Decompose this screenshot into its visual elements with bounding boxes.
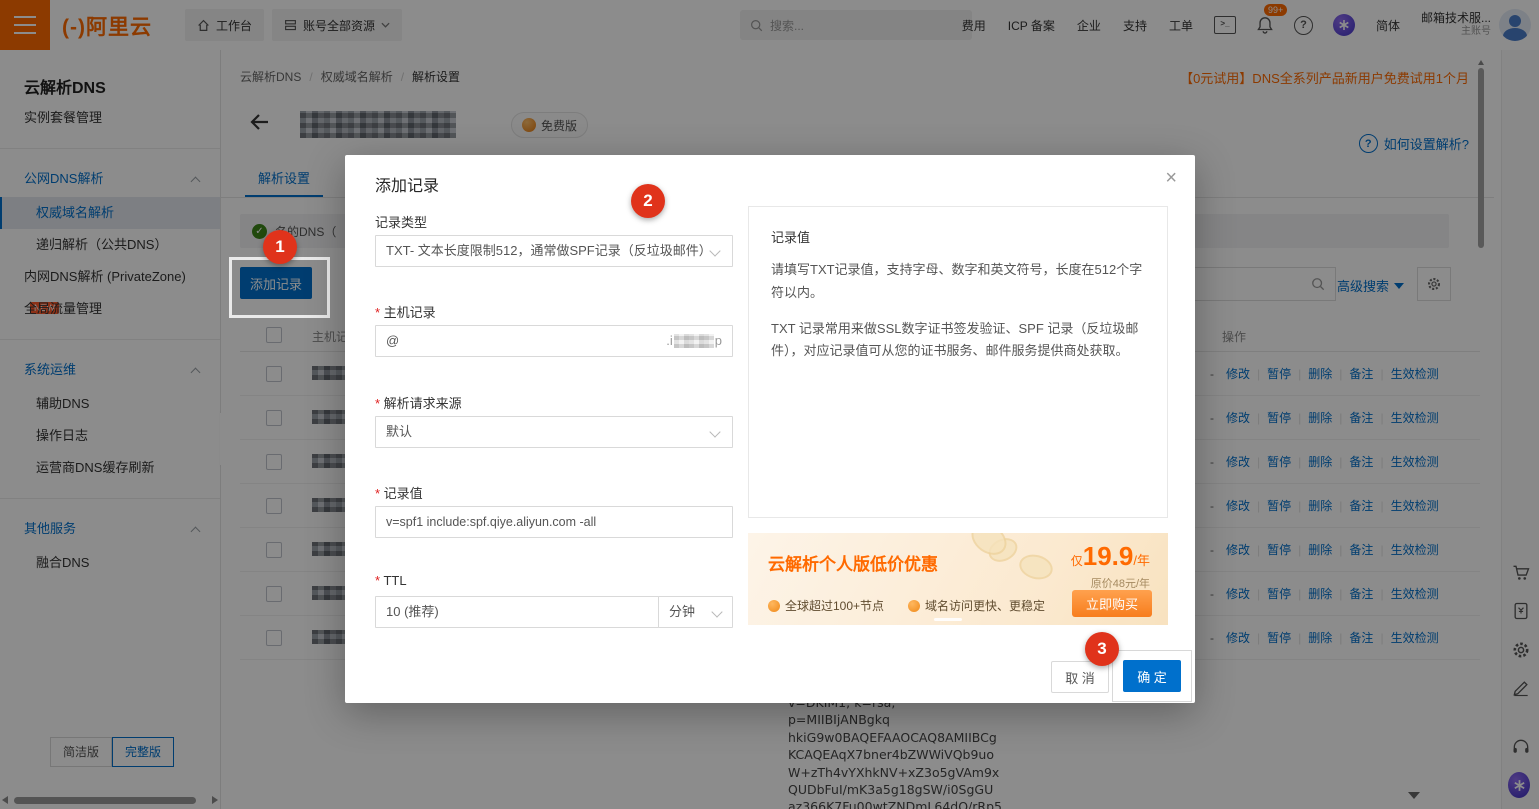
- help-panel: 记录值 请填写TXT记录值，支持字母、数字和英文符号，长度在512个字符以内。 …: [748, 206, 1168, 518]
- ttl-label: TTL: [375, 573, 407, 588]
- record-value-input[interactable]: v=spf1 include:spf.qiye.aliyun.com -all: [375, 506, 733, 538]
- screen: (-)阿里云 工作台 账号全部资源 搜索... 费用ICP 备案企业支持工单 >…: [0, 0, 1539, 809]
- buy-now-button[interactable]: 立即购买: [1072, 590, 1152, 617]
- banner-price: 仅19.9/年: [1071, 541, 1150, 572]
- host-record-input[interactable]: @ .ip: [375, 325, 733, 357]
- host-domain-suffix: .ip: [666, 326, 722, 356]
- close-icon[interactable]: ×: [1165, 167, 1177, 190]
- add-record-modal: 添加记录 × 记录类型 TXT- 文本长度限制512，通常做SPF记录（反垃圾邮…: [345, 155, 1195, 703]
- ok-button[interactable]: 确 定: [1123, 660, 1181, 692]
- banner-original-price: 原价48元/年: [1091, 575, 1150, 591]
- coin-icon: [908, 600, 920, 612]
- help-title: 记录值: [771, 227, 1145, 246]
- carousel-indicator: [934, 618, 962, 621]
- chevron-down-icon: [713, 608, 722, 617]
- banner-title: 云解析个人版低价优惠: [768, 550, 938, 575]
- step-annotation-2: 2: [631, 184, 665, 218]
- record-type-select[interactable]: TXT- 文本长度限制512，通常做SPF记录（反垃圾邮件）: [375, 235, 733, 267]
- banner-features: 全球超过100+节点 域名访问更快、更稳定: [768, 597, 1045, 614]
- step-annotation-1: 1: [263, 230, 297, 264]
- step-annotation-3: 3: [1085, 632, 1119, 666]
- promo-banner[interactable]: 云解析个人版低价优惠 仅19.9/年 原价48元/年 全球超过100+节点 域名…: [748, 533, 1168, 625]
- chevron-down-icon: [711, 247, 720, 256]
- ttl-input[interactable]: 10 (推荐): [375, 596, 659, 628]
- spotlight-ok: 确 定: [1113, 651, 1191, 701]
- domain-redacted: [674, 334, 714, 348]
- line-label: 解析请求来源: [375, 393, 462, 412]
- chevron-down-icon: [711, 428, 720, 437]
- help-paragraph: TXT 记录常用来做SSL数字证书签发验证、SPF 记录（反垃圾邮件），对应记录…: [771, 318, 1145, 364]
- record-type-label: 记录类型: [375, 212, 427, 231]
- coin-icon: [768, 600, 780, 612]
- modal-title: 添加记录: [375, 172, 439, 196]
- line-select[interactable]: 默认: [375, 416, 733, 448]
- help-paragraph: 请填写TXT记录值，支持字母、数字和英文符号，长度在512个字符以内。: [771, 259, 1145, 305]
- host-record-label: 主机记录: [375, 302, 436, 321]
- record-value-label: 记录值: [375, 483, 423, 502]
- ttl-unit-select[interactable]: 分钟: [658, 596, 733, 628]
